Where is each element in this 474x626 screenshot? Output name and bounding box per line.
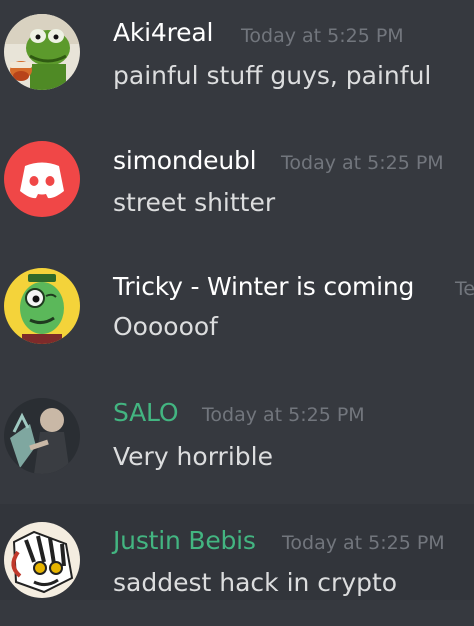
timestamp: Today at 5:25 PM [281,152,444,174]
timestamp: Today at 5:25 PM [202,404,365,426]
username[interactable]: SALO [113,398,179,427]
username[interactable]: Aki4real [113,18,213,47]
message-row[interactable]: Justin Bebis Today at 5:25 PM saddest ha… [0,504,474,600]
message-text: Oooooof [113,312,218,341]
username[interactable]: simondeubl [113,146,257,175]
message-text: Very horrible [113,442,273,471]
message-text: street shitter [113,188,276,217]
cartoon-zebra-avatar[interactable] [4,522,80,598]
message-text: painful stuff guys, painful [113,61,432,90]
message-row[interactable]: Tricky - Winter is coming Te Oooooof [0,252,474,378]
kermit-tea-avatar[interactable] [4,14,80,90]
statue-of-liberty-avatar[interactable] [4,398,80,474]
green-monster-avatar[interactable] [4,268,80,344]
timestamp: Te [455,278,474,300]
message-row[interactable]: SALO Today at 5:25 PM Very horrible [0,378,474,504]
username[interactable]: Justin Bebis [113,526,256,555]
message-row[interactable]: Aki4real Today at 5:25 PM painful stuff … [0,0,474,126]
discord-logo-avatar[interactable] [4,141,80,217]
message-row[interactable]: simondeubl Today at 5:25 PM street shitt… [0,126,474,252]
timestamp: Today at 5:25 PM [241,25,404,47]
username[interactable]: Tricky - Winter is coming [113,272,414,301]
message-text: saddest hack in crypto [113,568,398,597]
timestamp: Today at 5:25 PM [282,532,445,554]
